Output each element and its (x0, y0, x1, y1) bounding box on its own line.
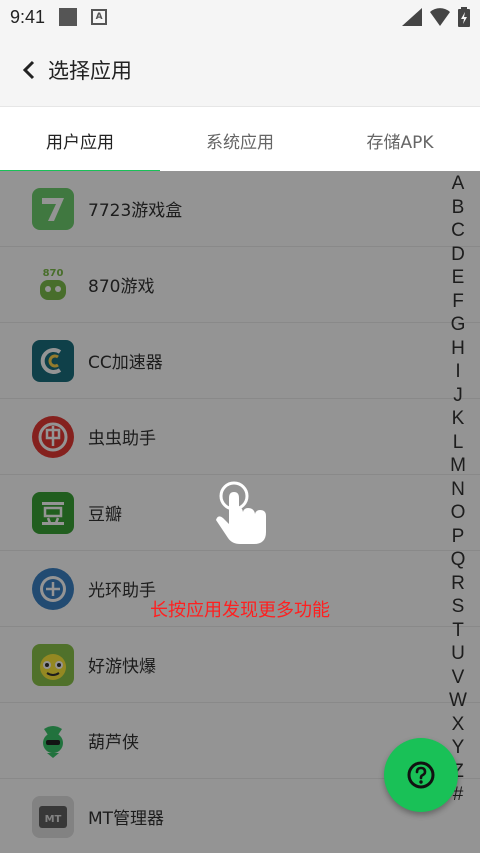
help-button[interactable] (384, 738, 458, 812)
notification-a-icon: A (91, 9, 108, 25)
status-bar: 9:41 A (0, 0, 480, 34)
status-icons (402, 7, 470, 27)
chevron-left-icon (22, 60, 35, 80)
app-bar: 选择应用 (0, 34, 480, 106)
tab-system-apps[interactable]: 系统应用 (160, 107, 320, 173)
tab-bar: 用户应用 系统应用 存储APK (0, 106, 480, 173)
page-title: 选择应用 (48, 59, 132, 83)
wifi-icon (430, 8, 450, 26)
back-button[interactable] (14, 50, 44, 90)
tab-user-apps[interactable]: 用户应用 (0, 107, 160, 173)
pointing-hand-icon (216, 481, 266, 544)
notification-square-icon (59, 8, 78, 26)
tab-storage-apk[interactable]: 存储APK (320, 107, 480, 173)
help-question-icon (407, 761, 435, 789)
long-press-hint: 长按应用发现更多功能 (150, 600, 330, 621)
status-time: 9:41 (10, 6, 46, 27)
signal-icon (402, 8, 422, 26)
battery-icon (458, 7, 470, 27)
